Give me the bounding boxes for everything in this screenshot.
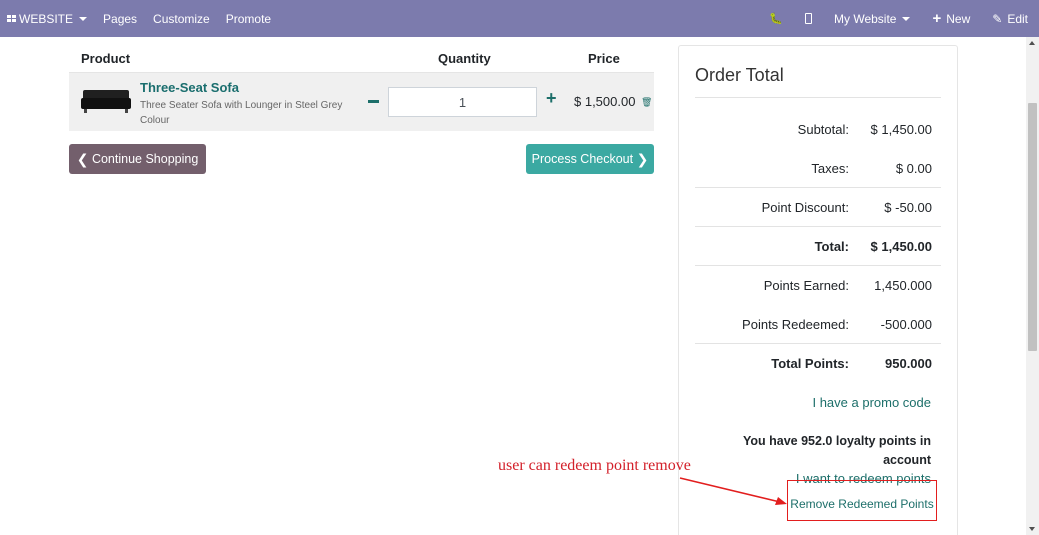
continue-shopping-button[interactable]: ❮ Continue Shopping xyxy=(69,144,206,174)
header-price: Price xyxy=(588,51,620,66)
debug-button[interactable]: 🐛 xyxy=(758,0,794,37)
chevron-right-icon: ❯ xyxy=(636,150,649,167)
website-selector[interactable]: My Website xyxy=(823,0,921,37)
trash-icon[interactable]: 🗑 xyxy=(641,97,652,108)
process-checkout-label: Process Checkout xyxy=(531,152,634,166)
divider xyxy=(695,343,941,344)
edit-button[interactable]: ✎ Edit xyxy=(981,0,1039,37)
scroll-down-icon[interactable] xyxy=(1029,527,1035,531)
total-points-label: Total Points: xyxy=(771,356,849,371)
website-navbar: WEBSITE Pages Customize Promote 🐛 My Web… xyxy=(0,0,1039,37)
nav-promote[interactable]: Promote xyxy=(218,0,279,37)
total-points-value: 950.000 xyxy=(885,356,932,371)
bug-icon: 🐛 xyxy=(769,13,783,25)
pencil-icon: ✎ xyxy=(992,11,1003,26)
divider xyxy=(695,97,941,98)
total-value: $ 1,450.00 xyxy=(870,239,932,254)
line-price: $ 1,500.00 xyxy=(574,94,636,109)
subtotal-value: $ 1,450.00 xyxy=(870,122,932,137)
product-name-link[interactable]: Three-Seat Sofa xyxy=(140,80,239,95)
points-earned-label: Points Earned: xyxy=(763,278,849,293)
vertical-scrollbar[interactable] xyxy=(1026,37,1039,535)
increase-quantity-button[interactable]: + xyxy=(546,88,557,109)
process-checkout-button[interactable]: Process Checkout ❯ xyxy=(526,144,654,174)
point-discount-row: Point Discount: $ -50.00 xyxy=(695,200,941,220)
annotation-arrow xyxy=(679,477,787,505)
annotation-text: user can redeem point remove xyxy=(498,457,691,474)
points-redeemed-value: -500.000 xyxy=(880,317,932,332)
divider xyxy=(695,187,941,188)
minus-icon xyxy=(367,99,379,103)
loyalty-points-message: You have 952.0 loyalty points in account xyxy=(742,434,931,467)
divider xyxy=(695,226,941,227)
remove-redeemed-points-label: Remove Redeemed Points xyxy=(790,497,934,511)
cart-table-header: Product Quantity Price xyxy=(69,45,654,73)
chevron-left-icon: ❮ xyxy=(76,150,89,167)
website-menu[interactable]: WEBSITE xyxy=(0,0,95,37)
point-discount-value: $ -50.00 xyxy=(884,200,932,215)
new-button-label: New xyxy=(946,11,971,26)
nav-customize[interactable]: Customize xyxy=(145,0,218,37)
new-button[interactable]: + New xyxy=(921,0,981,37)
total-row: Total: $ 1,450.00 xyxy=(695,239,941,259)
remove-redeemed-points-link[interactable]: Remove Redeemed Points xyxy=(787,480,937,521)
quantity-input[interactable] xyxy=(388,87,537,117)
header-quantity: Quantity xyxy=(438,51,491,66)
decrease-quantity-button[interactable] xyxy=(367,94,379,108)
subtotal-row: Subtotal: $ 1,450.00 xyxy=(695,122,941,142)
cart-table: Product Quantity Price Three-Seat Sofa T… xyxy=(69,45,654,131)
subtotal-label: Subtotal: xyxy=(797,122,849,137)
nav-pages[interactable]: Pages xyxy=(95,0,145,37)
product-description: Three Seater Sofa with Lounger in Steel … xyxy=(140,100,343,126)
scroll-up-icon[interactable] xyxy=(1029,41,1035,45)
points-earned-value: 1,450.000 xyxy=(874,278,932,293)
plus-icon: + xyxy=(932,10,942,27)
edit-button-label: Edit xyxy=(1007,11,1028,26)
cart-line: Three-Seat Sofa Three Seater Sofa with L… xyxy=(69,73,654,131)
caret-down-icon xyxy=(79,16,88,21)
header-product: Product xyxy=(81,51,131,66)
divider xyxy=(695,265,941,266)
points-earned-row: Points Earned: 1,450.000 xyxy=(695,278,941,298)
order-total-title: Order Total xyxy=(695,65,784,85)
taxes-label: Taxes: xyxy=(811,161,849,176)
total-points-row: Total Points: 950.000 xyxy=(695,356,941,376)
product-image[interactable] xyxy=(81,88,131,115)
website-menu-label: WEBSITE xyxy=(19,11,74,26)
taxes-value: $ 0.00 xyxy=(895,161,932,176)
scroll-thumb[interactable] xyxy=(1028,103,1037,351)
caret-down-icon xyxy=(902,16,911,21)
mobile-icon xyxy=(805,13,812,24)
order-total-panel: Order Total Subtotal: $ 1,450.00 Taxes: … xyxy=(678,45,958,535)
promo-code-link[interactable]: I have a promo code xyxy=(812,395,931,410)
taxes-row: Taxes: $ 0.00 xyxy=(695,161,941,181)
mobile-preview-button[interactable] xyxy=(794,0,823,37)
total-label: Total: xyxy=(814,239,849,254)
point-discount-label: Point Discount: xyxy=(761,200,849,215)
points-redeemed-label: Points Redeemed: xyxy=(742,317,849,332)
apps-grid-icon xyxy=(7,15,16,22)
points-redeemed-row: Points Redeemed: -500.000 xyxy=(695,317,941,337)
continue-shopping-label: Continue Shopping xyxy=(91,152,199,166)
website-selector-label: My Website xyxy=(834,11,897,26)
